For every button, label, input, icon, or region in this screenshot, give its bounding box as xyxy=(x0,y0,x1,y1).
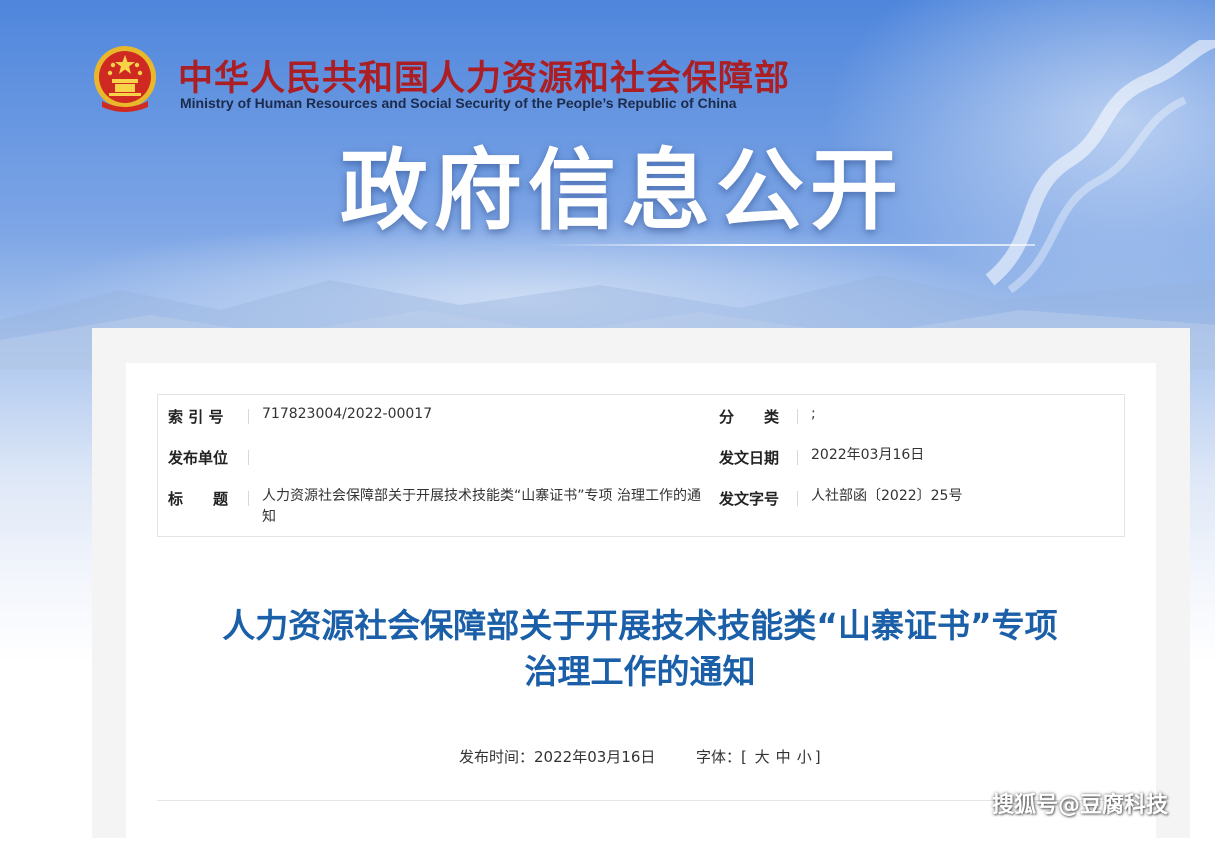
issue-date-label: 发文日期 xyxy=(719,449,780,467)
font-size-controls: 字体：[ 大中小] xyxy=(696,746,821,767)
article-title-line-1: 人力资源社会保障部关于开展技术技能类“山寨证书”专项 xyxy=(222,606,1058,645)
title-value: 人力资源社会保障部关于开展技术技能类“山寨证书”专项 治理工作的通知 xyxy=(262,488,701,525)
article-title-line-2: 治理工作的通知 xyxy=(524,652,756,691)
label-separator xyxy=(797,450,798,465)
label-separator xyxy=(248,450,249,465)
publish-time-label: 发布时间： xyxy=(459,748,535,766)
publish-time: 发布时间：2022年03月16日 xyxy=(459,746,655,767)
ministry-name-english: Ministry of Human Resources and Social S… xyxy=(180,95,737,111)
font-bracket-open: [ xyxy=(741,748,747,766)
font-small-button[interactable]: 小 xyxy=(794,748,815,766)
great-wall-graphic xyxy=(985,40,1215,294)
font-large-button[interactable]: 大 xyxy=(752,748,773,766)
article-meta: 发布时间：2022年03月16日 字体：[ 大中小] xyxy=(0,746,1215,768)
category-value: ; xyxy=(811,406,816,422)
label-separator xyxy=(248,409,249,424)
watermark-text: 搜狐号@豆腐科技 xyxy=(992,793,1169,818)
index-number-value: 717823004/2022-00017 xyxy=(262,406,433,422)
publisher-label: 发布单位 xyxy=(168,449,229,467)
ministry-name-chinese: 中华人民共和国人力资源和社会保障部 xyxy=(178,59,791,99)
banner-title: 政府信息公开 xyxy=(340,139,905,242)
font-bracket-close: ] xyxy=(814,748,821,766)
label-separator xyxy=(248,491,249,506)
publish-time-value: 2022年03月16日 xyxy=(534,748,656,766)
content-divider xyxy=(157,800,1125,801)
document-number-label: 发文字号 xyxy=(719,490,780,508)
article-title: 人力资源社会保障部关于开展技术技能类“山寨证书”专项 治理工作的通知 xyxy=(140,603,1140,695)
font-medium-button[interactable]: 中 xyxy=(773,748,794,766)
label-separator xyxy=(797,409,798,424)
banner-underline xyxy=(545,244,1035,246)
font-size-label: 字体： xyxy=(696,748,742,766)
index-number-label: 索 引 号 xyxy=(168,408,224,426)
document-number-value: 人社部函〔2022〕25号 xyxy=(811,488,963,504)
label-separator xyxy=(797,491,798,506)
issue-date-value: 2022年03月16日 xyxy=(811,447,925,463)
title-label: 标 题 xyxy=(168,490,229,508)
national-emblem-icon xyxy=(94,46,156,112)
category-label: 分 类 xyxy=(719,408,780,426)
